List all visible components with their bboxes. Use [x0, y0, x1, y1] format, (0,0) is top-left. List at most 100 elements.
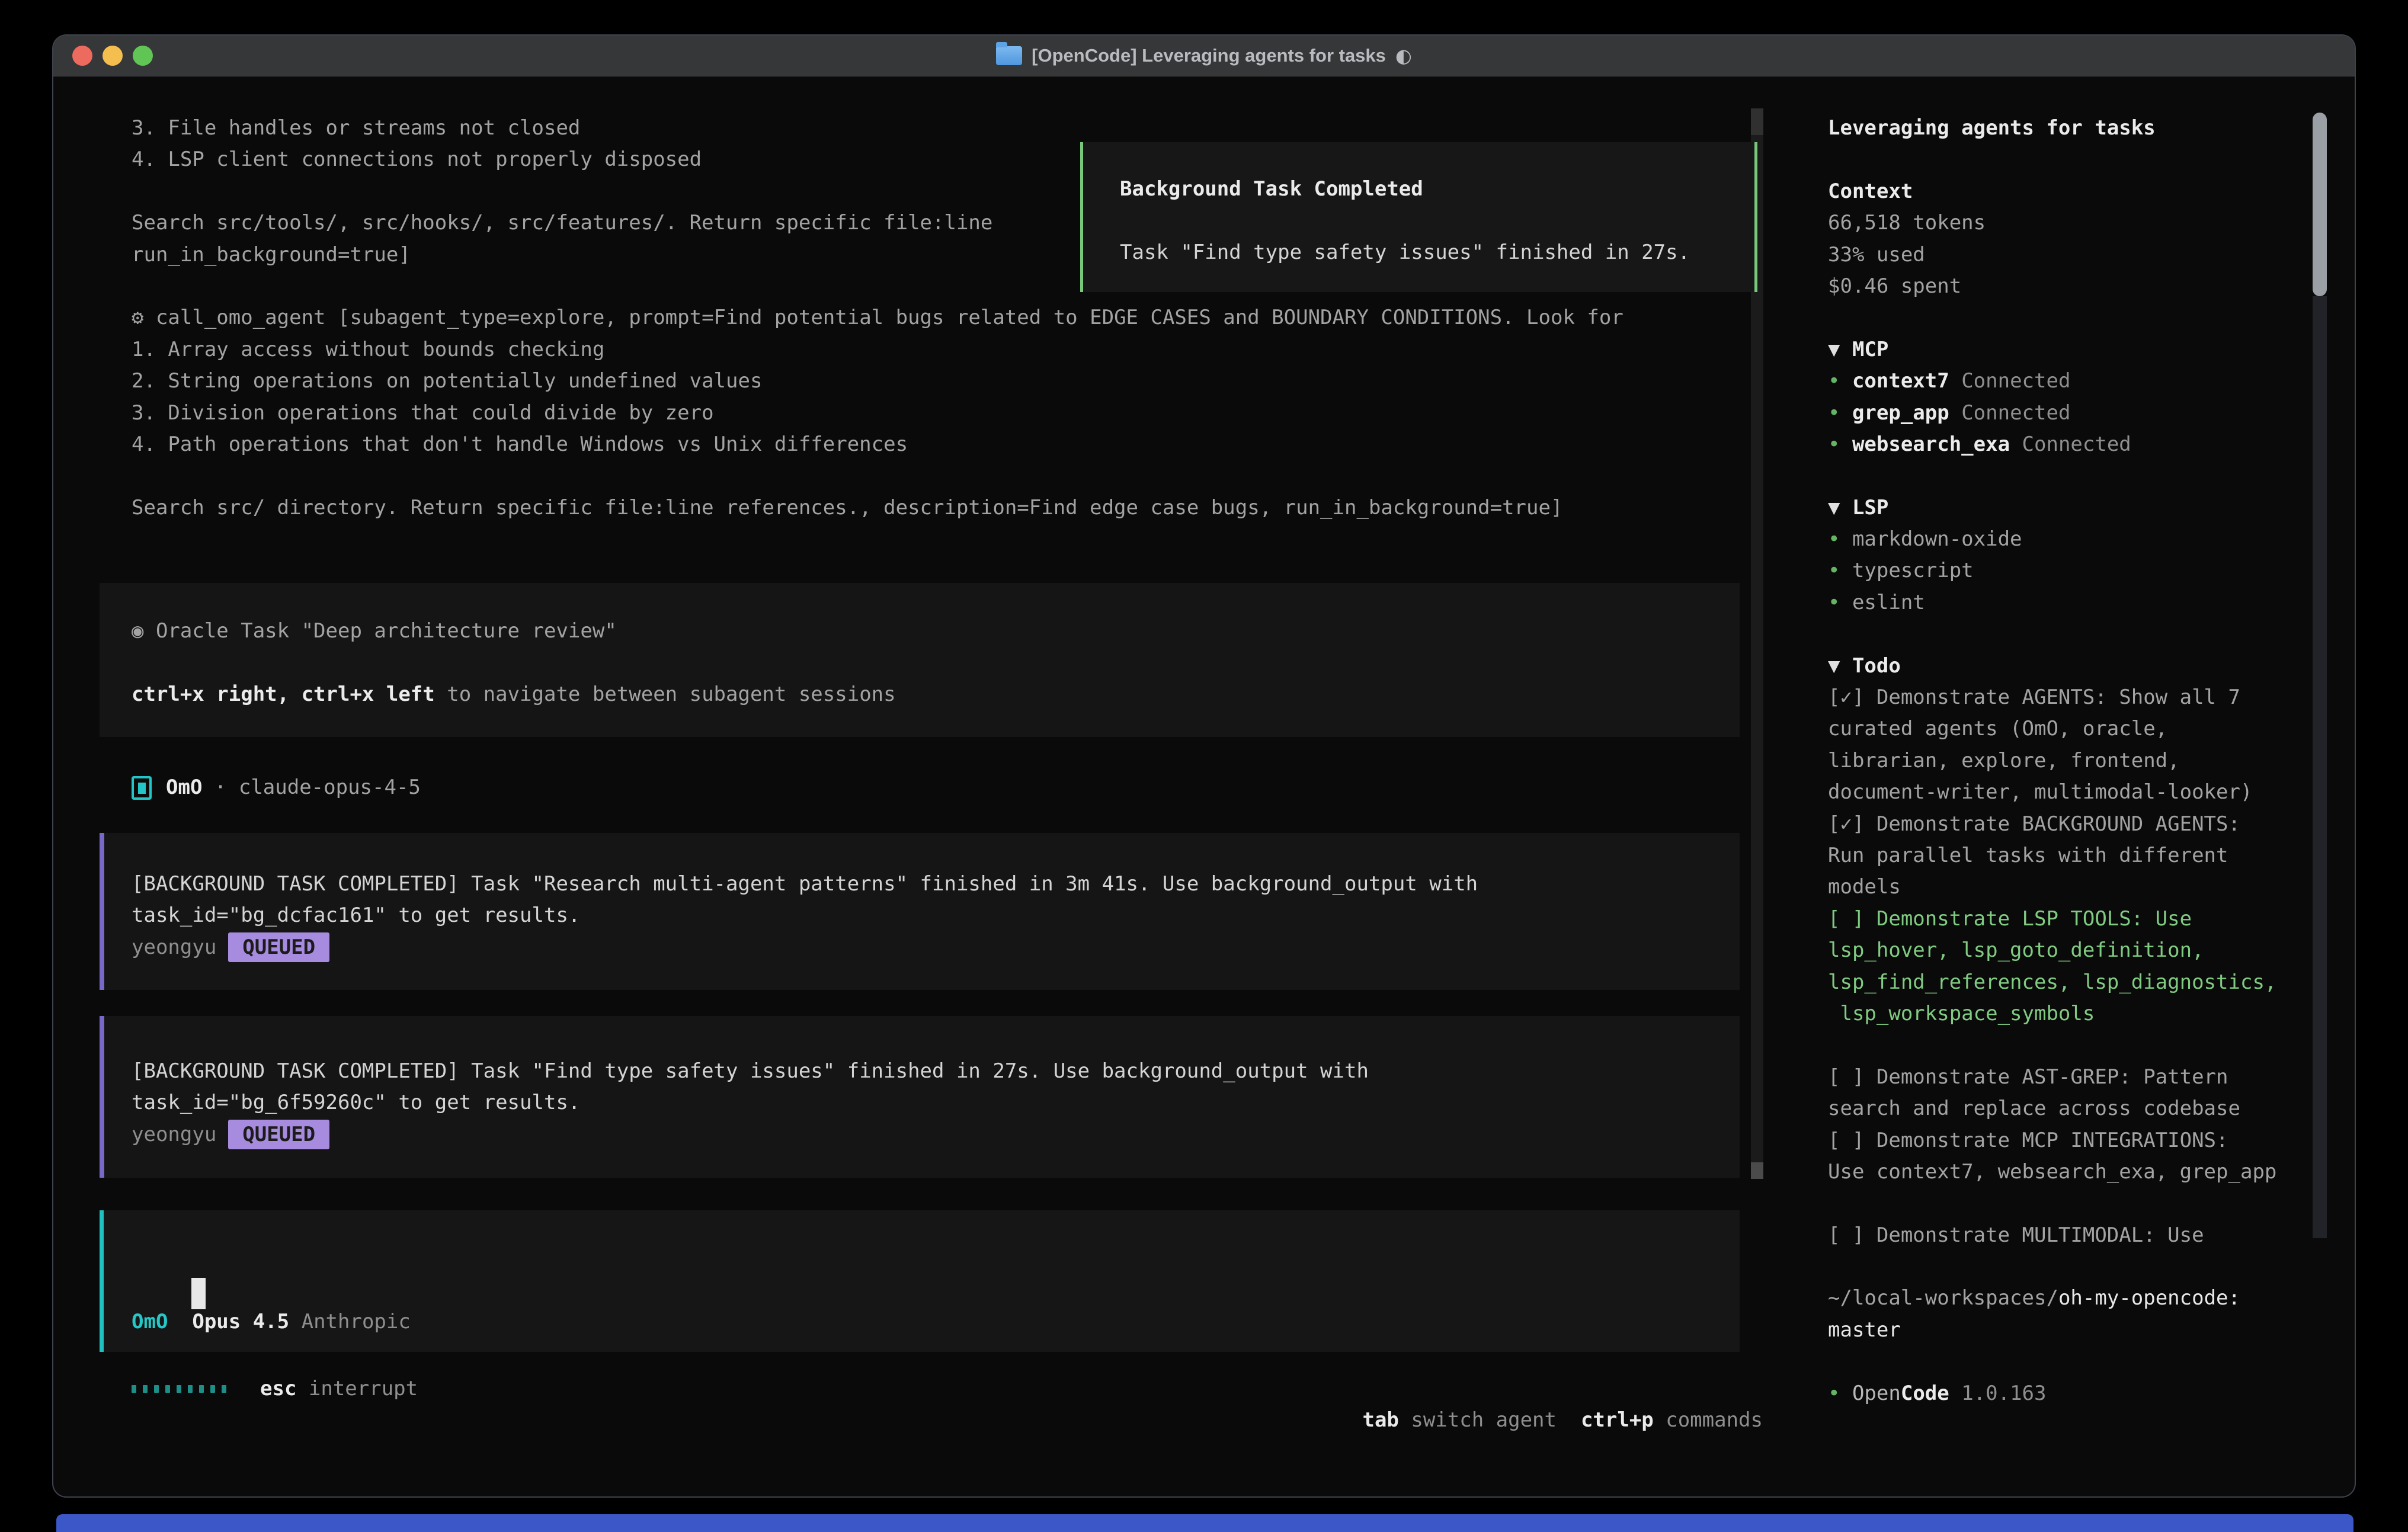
lsp-section-header[interactable]: ▼ LSP [1828, 492, 2276, 524]
mcp-name: websearch_exa [1852, 432, 2010, 456]
mcp-status: Connected [2010, 432, 2131, 456]
background-task-card: [BACKGROUND TASK COMPLETED] Task "Find t… [100, 1016, 1740, 1178]
screenshot-root: [OpenCode] Leveraging agents for tasks ◐… [0, 0, 2408, 1532]
bullet-icon: • [1828, 559, 1852, 582]
minimize-button[interactable] [103, 46, 123, 66]
todo-done-line: librarian, explore, frontend, [1828, 745, 2276, 777]
transcript-line: 3. Division operations that could divide… [132, 398, 1624, 429]
workspace-path-prefix: ~/local-workspaces/ [1828, 1286, 2058, 1310]
app-name-bold: Code [1901, 1382, 1949, 1405]
app-version: 1.0.163 [1949, 1382, 2047, 1405]
transcript-line [132, 460, 1624, 492]
task-author: yeongyu [132, 1123, 216, 1146]
spinner-dot [154, 1385, 159, 1393]
app-name-dim: Open [1852, 1382, 1901, 1405]
chevron-down-icon: ▼ [1828, 496, 1852, 520]
mcp-name: grep_app [1852, 401, 1949, 425]
task-message-line: [BACKGROUND TASK COMPLETED] Task "Resear… [132, 868, 1740, 900]
statusbar-right: tab switch agent ctrl+p commands [1290, 1373, 1763, 1405]
bullet-icon: • [1828, 369, 1852, 393]
todo-pending-line: [ ] Demonstrate AST-GREP: Pattern [1828, 1062, 2276, 1093]
todo-done-line: [✓] Demonstrate AGENTS: Show all 7 [1828, 682, 2276, 713]
todo-heading: Todo [1852, 654, 1901, 678]
todo-active-line: [ ] Demonstrate LSP TOOLS: Use [1828, 903, 2276, 935]
sidebar-scrollbar[interactable] [2313, 113, 2327, 1238]
main-scrollbar-top-segment[interactable] [1751, 108, 1763, 135]
todo-section-header[interactable]: ▼ Todo [1828, 650, 2276, 682]
notification-toast[interactable]: Background Task Completed Task "Find typ… [1080, 142, 1757, 292]
agent-model [202, 775, 214, 799]
todo-done-line: models [1828, 871, 2276, 903]
todo-done-line: document-writer, multimodal-looker) [1828, 777, 2276, 808]
notification-title: Background Task Completed [1120, 174, 1754, 205]
mcp-status: Connected [1949, 369, 2071, 393]
todo-pending-line: [ ] Demonstrate MCP INTEGRATIONS: [1828, 1125, 2276, 1156]
mcp-item: • grep_app Connected [1828, 398, 2276, 429]
active-model-label: Opus 4.5 [168, 1310, 289, 1334]
agent-icon [132, 776, 152, 800]
transcript-line: 3. File handles or streams not closed [132, 113, 1624, 144]
tab-action-label: switch agent [1399, 1408, 1557, 1432]
chevron-down-icon: ▼ [1828, 338, 1852, 361]
lsp-item: • typescript [1828, 555, 2276, 586]
transcript-line: 2. String operations on potentially unde… [132, 366, 1624, 397]
bullet-icon: • [1828, 432, 1852, 456]
window-titlebar[interactable]: [OpenCode] Leveraging agents for tasks ◐ [53, 36, 2355, 77]
active-agent-label: OmO [132, 1310, 168, 1334]
lsp-item: • eslint [1828, 587, 2276, 618]
task-meta-row: yeongyuQUEUED [132, 932, 1740, 963]
bullet-icon: • [1828, 401, 1852, 425]
shortcut-description: to navigate between subagent sessions [435, 682, 896, 706]
workspace-path: ~/local-workspaces/oh-my-opencode: [1828, 1283, 2276, 1314]
gear-icon: ⚙ [132, 306, 143, 329]
notification-body: Task "Find type safety issues" finished … [1120, 237, 1754, 268]
close-button[interactable] [72, 46, 92, 66]
text-cursor [191, 1278, 206, 1309]
provider-label: Anthropic [289, 1310, 411, 1334]
agent-name: OmO [166, 775, 202, 799]
sidebar-scrollbar-thumb[interactable] [2313, 113, 2327, 296]
lsp-heading: LSP [1852, 496, 1888, 520]
traffic-lights [72, 36, 153, 76]
context-heading: Context [1828, 176, 2276, 207]
agent-header: OmO · claude-opus-4-5 [132, 772, 421, 804]
statusbar-left: esc interrupt [132, 1373, 418, 1405]
lsp-name: markdown-oxide [1852, 527, 2022, 551]
maximize-button[interactable] [133, 46, 153, 66]
todo-pending-line: search and replace across codebase [1828, 1093, 2276, 1124]
mcp-section-header[interactable]: ▼ MCP [1828, 334, 2276, 366]
spinner-dot [165, 1385, 170, 1393]
session-sidebar: Leveraging agents for tasks Context 66,5… [1828, 113, 2276, 1409]
status-badge: QUEUED [228, 1120, 329, 1149]
spinner-dot [177, 1385, 181, 1393]
todo-active-line: lsp_workspace_symbols [1828, 998, 2276, 1030]
background-window-strip [56, 1514, 2353, 1532]
prompt-input[interactable]: OmO Opus 4.5 Anthropic [100, 1210, 1740, 1352]
transcript-line: Search src/ directory. Return specific f… [132, 492, 1624, 524]
bullet-icon: • [1828, 591, 1852, 614]
context-tokens: 66,518 tokens [1828, 207, 2276, 239]
window-title: [OpenCode] Leveraging agents for tasks ◐ [996, 44, 1412, 67]
shortcut-keys: ctrl+x right, ctrl+x left [132, 682, 435, 706]
todo-active-line: lsp_hover, lsp_goto_definition, [1828, 935, 2276, 966]
sidebar-scrollbar-track[interactable] [2313, 296, 2327, 1238]
spinner-dot [210, 1385, 215, 1393]
spinner-dot [199, 1385, 204, 1393]
task-message-line: [BACKGROUND TASK COMPLETED] Task "Find t… [132, 1056, 1740, 1087]
folder-icon [996, 46, 1022, 65]
todo-active-line: lsp_find_references, lsp_diagnostics, [1828, 967, 2276, 998]
todo-done-line: curated agents (OmO, oracle, [1828, 713, 2276, 745]
task-author: yeongyu [132, 935, 216, 959]
main-scrollbar-thumb[interactable] [1751, 1162, 1763, 1179]
session-title: Leveraging agents for tasks [1828, 113, 2276, 144]
oracle-task-title: ◉ Oracle Task "Deep architecture review" [132, 616, 1740, 647]
version-row: • OpenCode 1.0.163 [1828, 1378, 2276, 1409]
spinner-dot [143, 1385, 148, 1393]
task-message-line: task_id="bg_6f59260c" to get results. [132, 1087, 1740, 1118]
half-moon-icon: ◐ [1395, 44, 1412, 67]
task-message-line: task_id="bg_dcfac161" to get results. [132, 900, 1740, 931]
bullet-icon: • [1828, 1382, 1852, 1405]
mcp-name: context7 [1852, 369, 1949, 393]
lsp-name: eslint [1852, 591, 1925, 614]
esc-key-hint: esc [260, 1377, 296, 1400]
